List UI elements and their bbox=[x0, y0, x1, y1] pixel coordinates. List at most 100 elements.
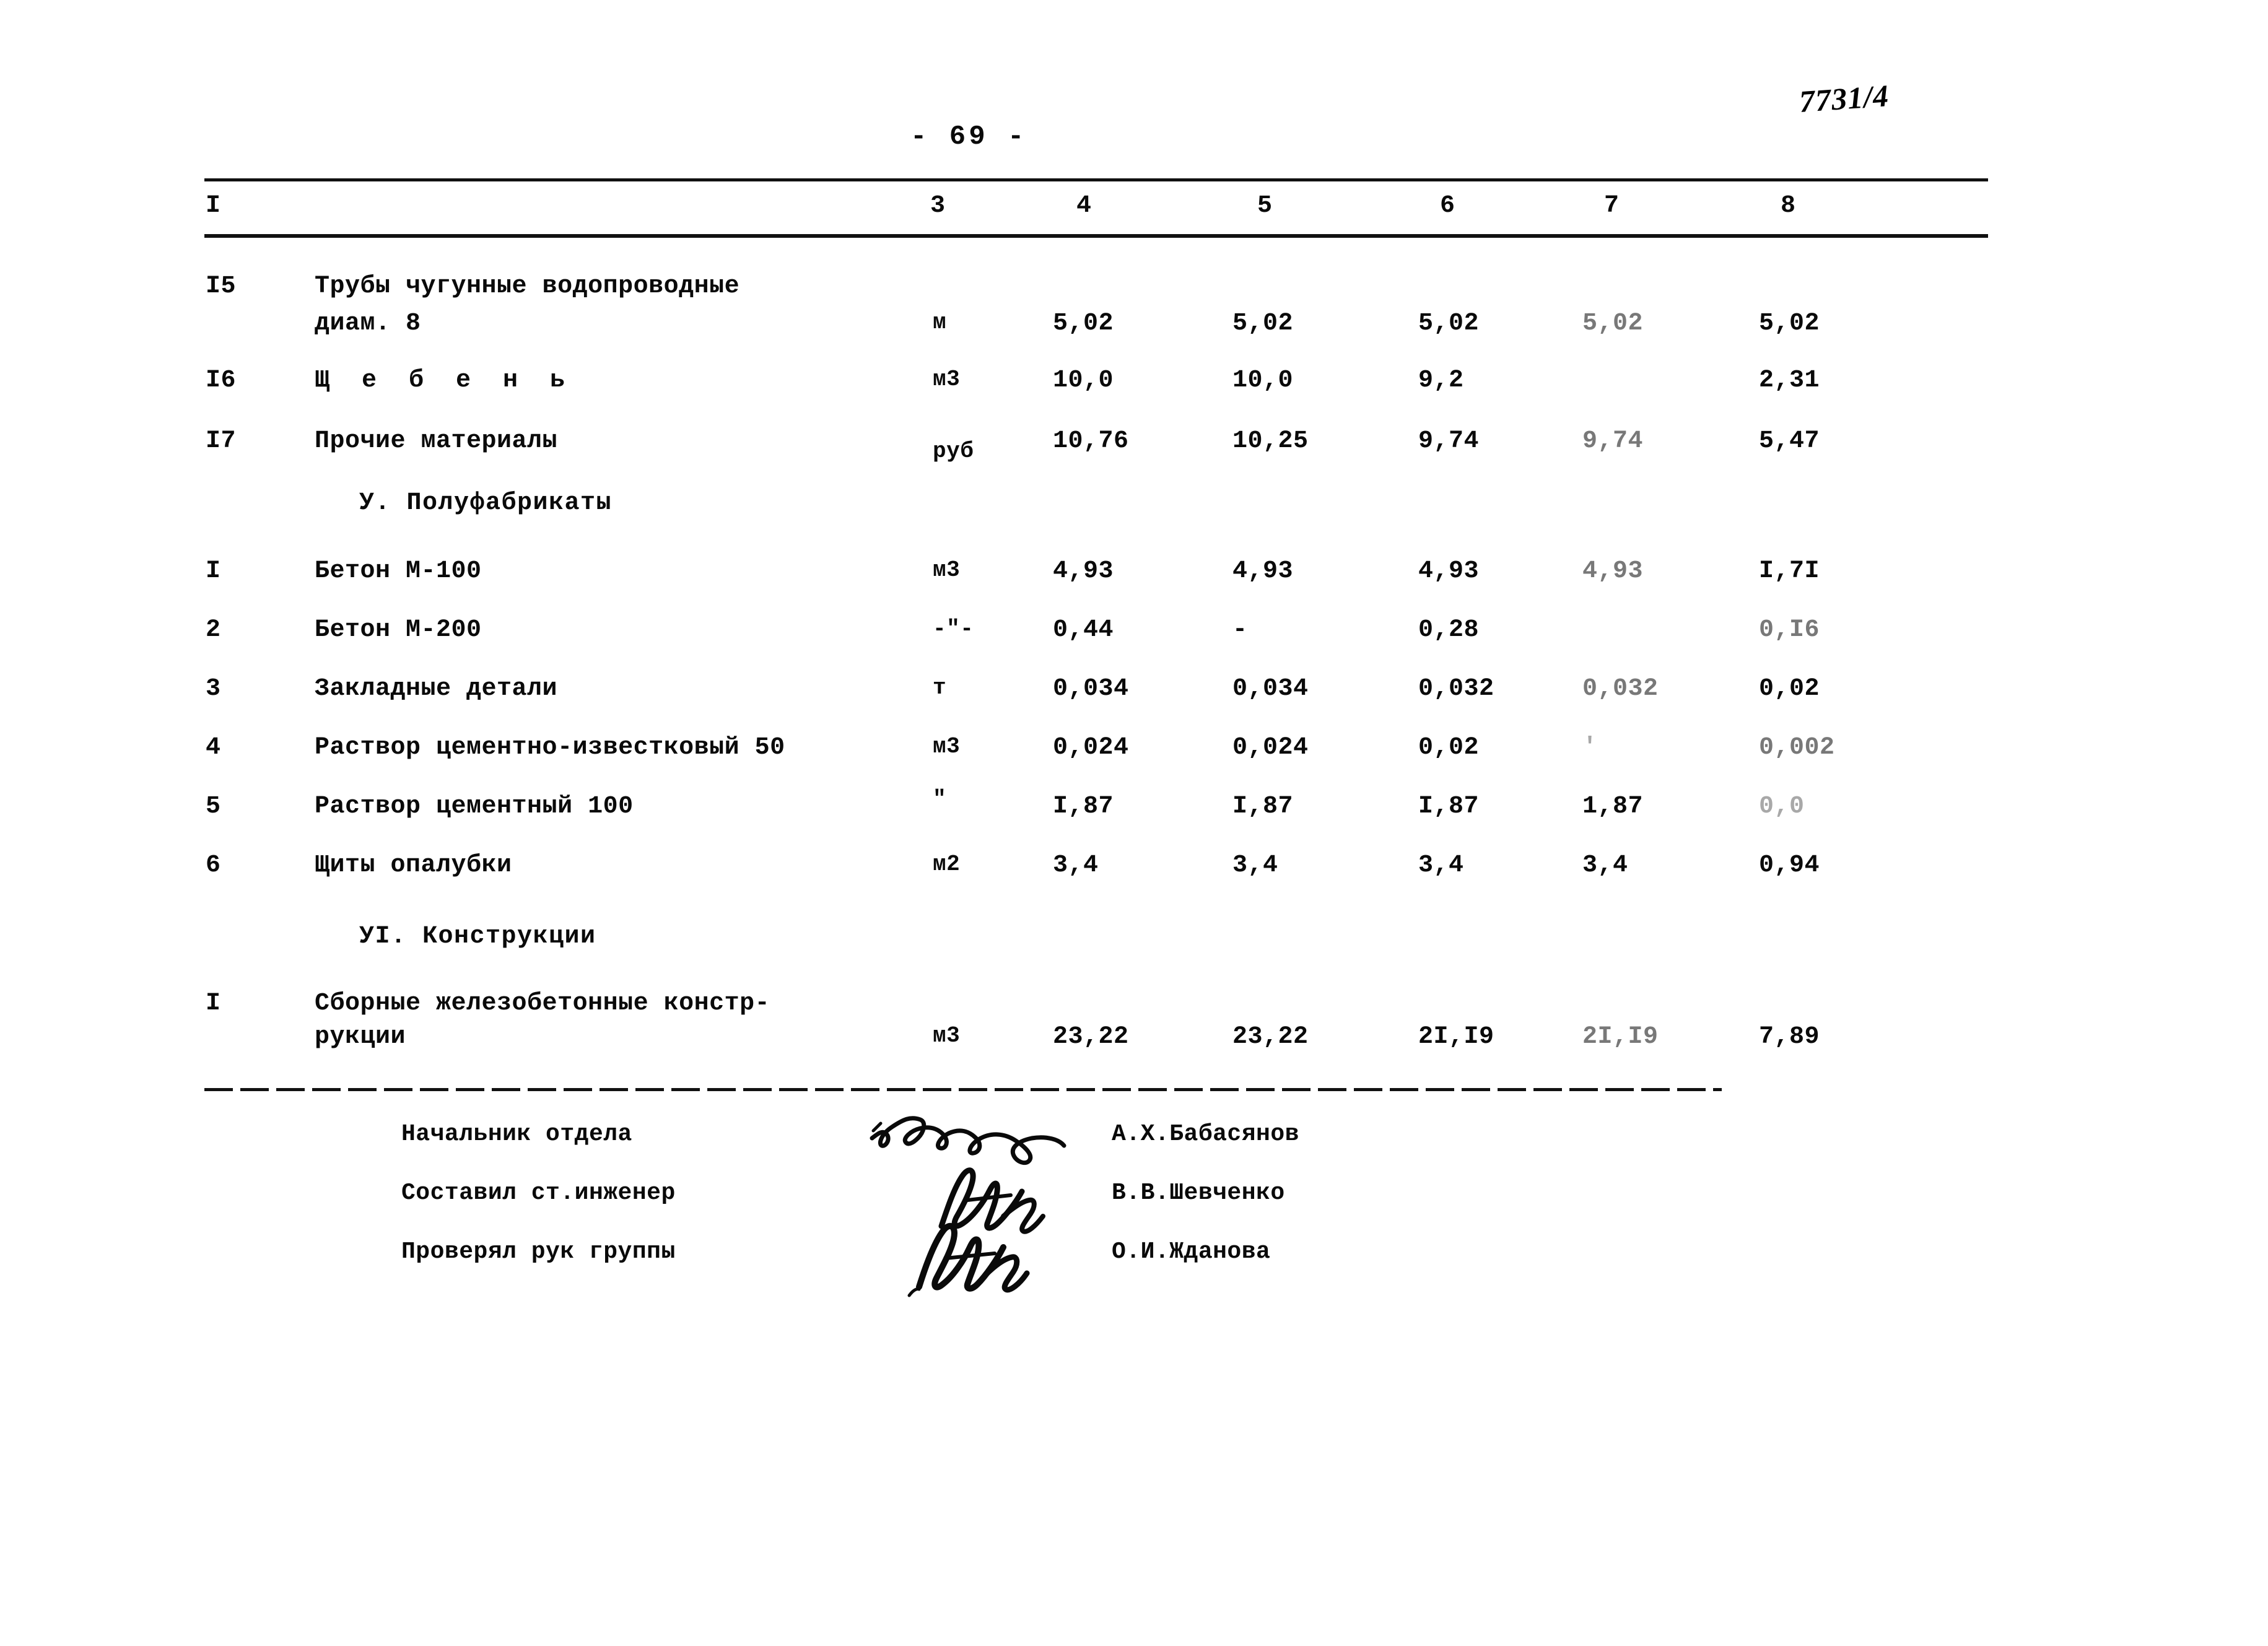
column-header-1: I bbox=[206, 192, 221, 220]
row-number: 3 bbox=[206, 675, 221, 703]
handwritten-initials-icon bbox=[907, 1222, 1030, 1297]
row-number: 6 bbox=[206, 851, 221, 879]
row-value-5: 4,93 bbox=[1418, 557, 1480, 585]
row-value-7: 7,89 bbox=[1759, 1023, 1820, 1051]
row-value-7: 2,31 bbox=[1759, 367, 1820, 394]
row-value-4: 10,25 bbox=[1232, 427, 1309, 455]
row-value-4: 4,93 bbox=[1232, 557, 1294, 585]
row-value-7: 0,002 bbox=[1759, 734, 1835, 762]
row-value-3: I,87 bbox=[1053, 793, 1114, 821]
row-value-7: 0,I6 bbox=[1759, 616, 1820, 644]
row-value-4: 0,034 bbox=[1232, 675, 1309, 703]
row-number: I bbox=[206, 990, 221, 1017]
row-value-5: 0,28 bbox=[1418, 616, 1480, 644]
row-unit: м2 bbox=[933, 851, 961, 877]
row-value-4: - bbox=[1232, 616, 1248, 644]
row-value-3: 10,0 bbox=[1053, 367, 1114, 394]
column-header-7: 7 bbox=[1604, 192, 1620, 220]
row-value-7: 0,94 bbox=[1759, 851, 1820, 879]
column-header-6: 6 bbox=[1440, 192, 1455, 220]
table-header-rule bbox=[204, 234, 1988, 238]
row-value-7: 0,02 bbox=[1759, 675, 1820, 703]
row-value-7: 5,47 bbox=[1759, 427, 1820, 455]
row-value-4: 23,22 bbox=[1232, 1023, 1309, 1051]
row-value-7: I,7I bbox=[1759, 557, 1820, 585]
row-value-3: 10,76 bbox=[1053, 427, 1129, 455]
row-unit: м3 bbox=[933, 1023, 961, 1048]
row-material-line2: рукции bbox=[315, 1023, 406, 1051]
handwritten-signature-icon bbox=[870, 1116, 1066, 1165]
row-value-4: 10,0 bbox=[1232, 367, 1294, 394]
row-value-3: 4,93 bbox=[1053, 557, 1114, 585]
row-unit: м3 bbox=[933, 367, 961, 392]
section-title: УI. Конструкции bbox=[359, 923, 596, 951]
row-unit: -"- bbox=[933, 616, 974, 642]
document-stamp-number: 7731/4 bbox=[1798, 78, 1890, 119]
signature-label-head: Начальник отдела bbox=[401, 1121, 632, 1147]
row-value-5: 3,4 bbox=[1418, 851, 1464, 879]
row-value-5: 5,02 bbox=[1418, 310, 1480, 337]
row-material: Щиты опалубки bbox=[315, 851, 512, 879]
row-value-7: 5,02 bbox=[1759, 310, 1820, 337]
row-value-5: 9,74 bbox=[1418, 427, 1480, 455]
row-number: 2 bbox=[206, 616, 221, 644]
row-material: Раствор цементно-известковый 50 bbox=[315, 734, 785, 762]
row-value-3: 0,024 bbox=[1053, 734, 1129, 762]
row-material: Бетон М-100 bbox=[315, 557, 482, 585]
row-value-6: ' bbox=[1582, 734, 1598, 762]
row-unit: " bbox=[933, 786, 947, 812]
signature-label-author: Составил ст.инженер bbox=[401, 1180, 676, 1206]
row-material: Бетон М-200 bbox=[315, 616, 482, 644]
column-header-8: 8 bbox=[1781, 192, 1796, 220]
table-top-rule bbox=[204, 178, 1988, 181]
signature-name-checker: О.И.Жданова bbox=[1112, 1239, 1271, 1265]
column-header-3: 3 bbox=[930, 192, 946, 220]
row-unit: м3 bbox=[933, 734, 961, 759]
row-value-3: 23,22 bbox=[1053, 1023, 1129, 1051]
row-value-6: 2I,I9 bbox=[1582, 1023, 1659, 1051]
section-title: У. Полуфабрикаты bbox=[359, 489, 613, 517]
row-material: Раствор цементный 100 bbox=[315, 793, 634, 821]
row-number: I bbox=[206, 557, 221, 585]
row-value-5: I,87 bbox=[1418, 793, 1480, 821]
row-value-6: 4,93 bbox=[1582, 557, 1644, 585]
row-unit: руб bbox=[933, 438, 974, 464]
page-number: - 69 - bbox=[910, 121, 1027, 152]
row-value-5: 2I,I9 bbox=[1418, 1023, 1494, 1051]
signature-name-author: В.В.Шевченко bbox=[1112, 1180, 1285, 1206]
signature-label-checker: Проверял рук группы bbox=[401, 1239, 676, 1265]
signature-name-head: А.Х.Бабасянов bbox=[1112, 1121, 1299, 1147]
row-value-4: 0,024 bbox=[1232, 734, 1309, 762]
row-value-6: 1,87 bbox=[1582, 793, 1644, 821]
row-unit: м3 bbox=[933, 557, 961, 583]
row-value-3: 0,44 bbox=[1053, 616, 1114, 644]
row-value-5: 0,032 bbox=[1418, 675, 1494, 703]
table-bottom-rule bbox=[204, 1088, 1722, 1091]
row-value-6: 0,032 bbox=[1582, 675, 1659, 703]
row-number: I5 bbox=[206, 272, 237, 300]
row-material: Трубы чугунные водопроводные bbox=[315, 272, 740, 300]
row-material: Прочие материалы bbox=[315, 427, 558, 455]
row-unit: т bbox=[933, 675, 947, 700]
row-unit: м bbox=[933, 310, 947, 335]
row-value-4: I,87 bbox=[1232, 793, 1294, 821]
row-number: 5 bbox=[206, 793, 221, 821]
row-value-5: 0,02 bbox=[1418, 734, 1480, 762]
row-value-3: 0,034 bbox=[1053, 675, 1129, 703]
row-value-6: 9,74 bbox=[1582, 427, 1644, 455]
row-material: Сборные железобетонные констр- bbox=[315, 990, 770, 1017]
row-value-6: 5,02 bbox=[1582, 310, 1644, 337]
row-material: Закладные детали bbox=[315, 675, 558, 703]
row-value-6: 3,4 bbox=[1582, 851, 1628, 879]
row-material-line2: диам. 8 bbox=[315, 310, 421, 337]
row-number: I6 bbox=[206, 367, 237, 394]
row-value-5: 9,2 bbox=[1418, 367, 1464, 394]
row-number: 4 bbox=[206, 734, 221, 762]
row-value-4: 3,4 bbox=[1232, 851, 1278, 879]
row-value-3: 5,02 bbox=[1053, 310, 1114, 337]
row-number: I7 bbox=[206, 427, 237, 455]
row-material: Щ е б е н ь bbox=[315, 367, 574, 394]
column-header-4: 4 bbox=[1076, 192, 1092, 220]
column-header-5: 5 bbox=[1257, 192, 1273, 220]
row-value-3: 3,4 bbox=[1053, 851, 1099, 879]
